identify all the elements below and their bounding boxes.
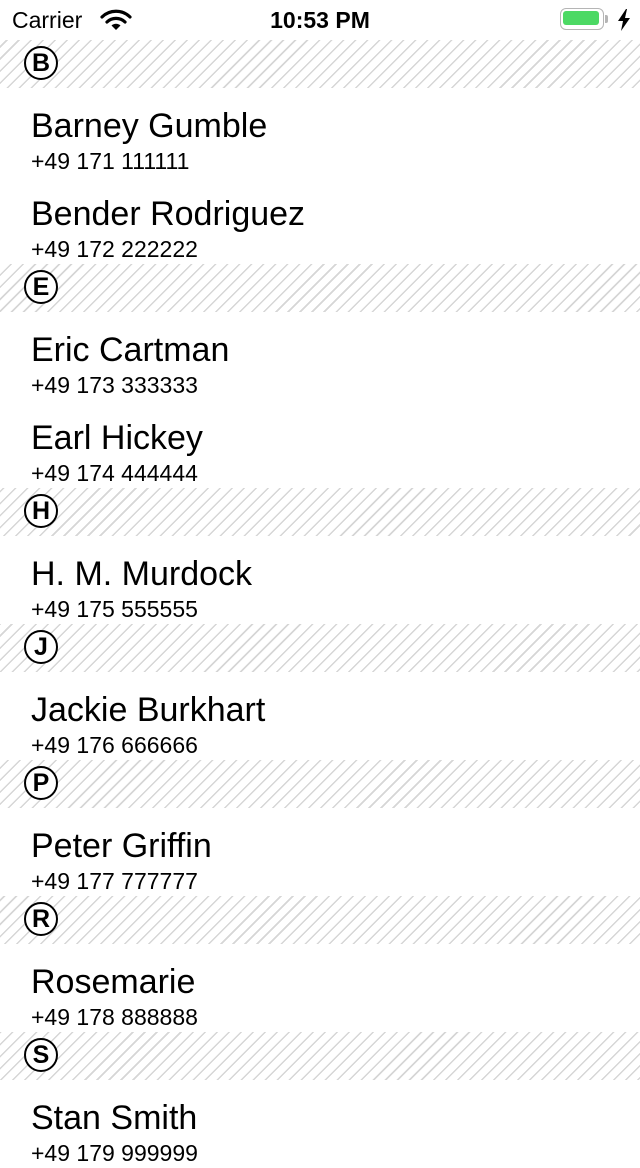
section-header-h: H <box>0 488 640 536</box>
contact-name: Peter Griffin <box>31 827 212 865</box>
battery-icon <box>560 8 610 32</box>
section-header-r: R <box>0 896 640 944</box>
contact-name: Rosemarie <box>31 963 196 1001</box>
contact-name: Bender Rodriguez <box>31 195 306 233</box>
section-header-e: E <box>0 264 640 312</box>
contact-row[interactable]: Stan Smith +49 179 999999 <box>0 1080 640 1168</box>
contact-phone: +49 173 333333 <box>31 372 198 398</box>
contact-name: Earl Hickey <box>31 419 203 457</box>
contact-name: Jackie Burkhart <box>31 691 266 729</box>
contact-row[interactable]: Barney Gumble +49 171 111111 <box>0 88 640 176</box>
section-header-b: B <box>0 40 640 88</box>
contact-row[interactable]: Rosemarie +49 178 888888 <box>0 944 640 1032</box>
status-bar: Carrier 10:53 PM <box>0 0 640 40</box>
contact-name: Eric Cartman <box>31 331 230 369</box>
contact-phone: +49 179 999999 <box>31 1140 198 1166</box>
section-header-s: S <box>0 1032 640 1080</box>
contact-row[interactable]: Bender Rodriguez +49 172 222222 <box>0 176 640 264</box>
contact-row[interactable]: Jackie Burkhart +49 176 666666 <box>0 672 640 760</box>
section-letter-badge: H <box>24 494 58 528</box>
section-letter-badge: P <box>24 766 58 800</box>
contact-phone: +49 174 444444 <box>31 460 198 486</box>
contact-name: H. M. Murdock <box>31 555 253 593</box>
contact-name: Stan Smith <box>31 1099 198 1137</box>
contact-row[interactable]: H. M. Murdock +49 175 555555 <box>0 536 640 624</box>
section-header-p: P <box>0 760 640 808</box>
section-letter-badge: E <box>24 270 58 304</box>
section-letter-badge: S <box>24 1038 58 1072</box>
charging-bolt-icon <box>618 9 630 31</box>
contact-row[interactable]: Earl Hickey +49 174 444444 <box>0 400 640 488</box>
battery-level-fill <box>563 11 599 25</box>
contact-phone: +49 177 777777 <box>31 868 198 894</box>
contact-row[interactable]: Eric Cartman +49 173 333333 <box>0 312 640 400</box>
contact-phone: +49 175 555555 <box>31 596 198 622</box>
contact-phone: +49 171 111111 <box>31 148 190 174</box>
contact-row[interactable]: Peter Griffin +49 177 777777 <box>0 808 640 896</box>
contact-phone: +49 178 888888 <box>31 1004 198 1030</box>
contact-name: Barney Gumble <box>31 107 268 145</box>
contact-phone: +49 176 666666 <box>31 732 198 758</box>
section-letter-badge: R <box>24 902 58 936</box>
section-header-j: J <box>0 624 640 672</box>
contact-phone: +49 172 222222 <box>31 236 198 262</box>
section-letter-badge: B <box>24 46 58 80</box>
status-time: 10:53 PM <box>270 7 370 33</box>
section-letter-badge: J <box>24 630 58 664</box>
contacts-list[interactable]: B Barney Gumble +49 171 111111 Bender Ro… <box>0 40 640 1168</box>
